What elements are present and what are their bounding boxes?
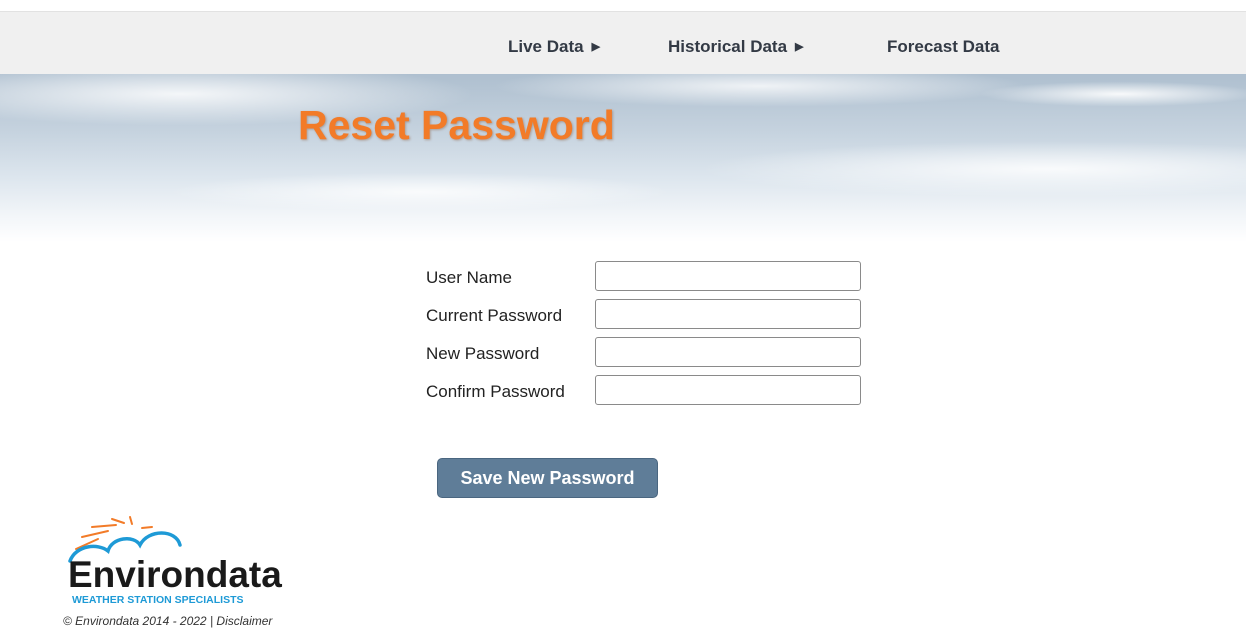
confirm-password-label: Confirm Password	[426, 382, 565, 401]
user-name-label: User Name	[426, 268, 512, 287]
new-password-input[interactable]	[595, 337, 861, 367]
form-row-confirm-password: Confirm Password	[426, 375, 866, 407]
confirm-password-input[interactable]	[595, 375, 861, 405]
caret-right-icon: ▶	[591, 41, 601, 53]
nav-live-data-label: Live Data	[508, 37, 584, 56]
page-title: Reset Password	[298, 102, 615, 148]
footer-separator: |	[209, 614, 214, 628]
current-password-label: Current Password	[426, 306, 563, 325]
footer: © Environdata 2014 - 2022 | Disclaimer	[63, 614, 272, 628]
copyright-text: © Environdata 2014 - 2022	[63, 614, 207, 628]
nav-forecast-data[interactable]: Forecast Data	[887, 37, 999, 57]
form-row-current-password: Current Password	[426, 299, 866, 331]
caret-right-icon: ▶	[795, 41, 804, 53]
nav-historical-data-label: Historical Data	[668, 37, 788, 56]
nav-forecast-data-label: Forecast Data	[887, 37, 1000, 56]
sky-banner	[0, 74, 1246, 242]
disclaimer-link[interactable]: Disclaimer	[216, 614, 272, 628]
user-name-input[interactable]	[595, 261, 861, 291]
current-password-input[interactable]	[595, 299, 861, 329]
top-nav-bar: Live Data ▶ Historical Data ▶ Forecast Dat…	[0, 11, 1246, 74]
new-password-label: New Password	[426, 344, 540, 363]
form-row-user-name: User Name	[426, 261, 866, 293]
form-row-new-password: New Password	[426, 337, 866, 369]
nav-historical-data[interactable]: Historical Data ▶	[668, 37, 804, 57]
environdata-logo[interactable]: Environdata WEATHER STATION SPECIALISTS	[68, 515, 308, 607]
save-new-password-button[interactable]: Save New Password	[437, 458, 658, 498]
nav-live-data[interactable]: Live Data ▶	[508, 37, 600, 57]
logo-tagline: WEATHER STATION SPECIALISTS	[72, 594, 244, 606]
logo-wordmark: Environdata	[68, 554, 282, 595]
